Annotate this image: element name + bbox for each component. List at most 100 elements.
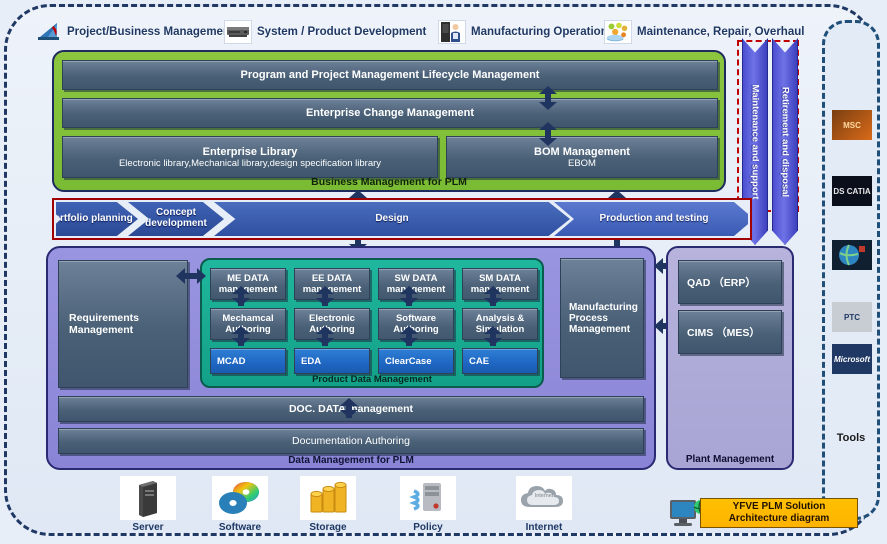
tools-parts-icon [604,20,632,44]
lifecycle-stage-portfolio-planning[interactable]: Portfolio planning [56,202,138,236]
banner-line-2: Architecture diagram [729,513,830,525]
tool-label: Microsoft [834,355,870,364]
tools-caption: Tools [822,432,880,444]
arrow-doc-to-authoring [340,398,358,418]
box-label: CIMS （MES） [687,325,760,340]
row-label: Documentation Authoring [292,435,410,447]
infra-item-internet[interactable]: Internet Internet [508,476,580,533]
lifecycle-stage-design[interactable]: Design [214,202,570,236]
header-label: System / Product Development [257,26,426,38]
data-management-panel: Requirements Management ME DATA manageme… [46,246,656,470]
policy-server-icon [400,476,456,520]
cell-label: EDA [301,356,321,367]
infra-item-policy[interactable]: Policy [392,476,464,533]
tool-label: MSC [843,121,861,130]
plant-management-panel: QAD （ERP） CIMS （MES） Plant Management [666,246,794,470]
stage-label: Portfolio planning [56,214,133,225]
qad-erp-box[interactable]: QAD （ERP） [678,260,782,304]
clearcase-cell[interactable]: ClearCase [378,348,454,374]
cims-mes-box[interactable]: CIMS （MES） [678,310,782,354]
row-label: Program and Project Management Lifecycle… [241,69,540,81]
lifecycle-inner: Portfolio planning Concept development D… [56,202,748,236]
box-title: Enterprise Library [203,146,298,158]
worker-machine-icon [438,20,466,44]
header-label: Maintenance, Repair, Overhaul [637,26,804,38]
catia-logo-icon[interactable]: DS CATIA [832,176,872,206]
header-row: Project/Business Management System / Pro… [36,18,826,48]
arrow-mech-to-mcad [232,326,250,346]
cell-label: ClearCase [385,356,431,367]
tools-dashed-frame [822,20,880,520]
vertical-arrow-label: Retirement and disposal [780,86,791,196]
business-panel-caption: Business Management for PLM [54,176,724,188]
enterprise-change-management-row[interactable]: Enterprise Change Management [62,98,718,128]
requirements-management-box[interactable]: Requirements Management [58,260,188,388]
header-item-system-product: System / Product Development [224,18,426,46]
box-label: Requirements Management [69,312,187,336]
diagram-canvas: Project/Business Management System / Pro… [0,0,887,544]
cae-cell[interactable]: CAE [462,348,538,374]
arrow-requirements-to-pdm [176,268,206,284]
box-label: Manufacturing Process Management [569,302,643,335]
tool-label: PTC [844,313,860,322]
box-subtitle: EBOM [568,158,596,169]
arrow-sw-to-soft [400,286,418,306]
server-tower-icon [120,476,176,520]
ptc-logo-icon[interactable]: PTC [832,302,872,332]
header-label: Project/Business Management [67,26,234,38]
infra-item-software[interactable]: Software [204,476,276,533]
box-subtitle: Electronic library,Mechanical library,de… [119,158,381,169]
infra-label: Internet [508,522,580,533]
data-management-caption: Data Management for PLM [48,455,654,466]
msc-logo-icon[interactable]: MSC [832,110,872,140]
eda-cell[interactable]: EDA [294,348,370,374]
optical-discs-icon [212,476,268,520]
tool-label: DS CATIA [833,187,870,196]
sail-triangle-icon [36,21,62,43]
bom-management-box[interactable]: BOM Management EBOM [446,136,718,178]
infra-label: Policy [392,522,464,533]
header-label: Manufacturing Operations [471,26,614,38]
row-label: Enterprise Change Management [306,107,474,119]
stage-label: Design [375,214,408,225]
arrow-program-to-change [539,86,557,110]
svg-text:Internet: Internet [535,493,554,499]
header-item-project-business: Project/Business Management [36,18,234,46]
stage-label: Production and testing [600,213,709,225]
diagram-title-banner: YFVE PLM Solution Architecture diagram [700,498,858,528]
cell-label: CAE [469,356,489,367]
business-management-panel: Program and Project Management Lifecycle… [52,50,726,192]
infra-item-server[interactable]: Server [112,476,184,533]
box-title: BOM Management [534,146,630,158]
arrow-ee-to-elec [316,286,334,306]
plant-management-caption: Plant Management [668,454,792,465]
arrow-elec-to-eda [316,326,334,346]
lifecycle-stage-concept-development[interactable]: Concept development [128,202,224,236]
mcad-cell[interactable]: MCAD [210,348,286,374]
header-item-manufacturing-ops: Manufacturing Operations [438,18,614,46]
banner-line-1: YFVE PLM Solution [733,501,826,513]
infra-label: Software [204,522,276,533]
arrow-soft-to-clearcase [400,326,418,346]
vertical-arrow-label: Maintenance and support [750,84,761,199]
arrow-analysis-to-cae [484,326,502,346]
lifecycle-stage-production-testing[interactable]: Production and testing [554,202,748,236]
product-data-management-panel: ME DATA management Mechamcal Authoring M… [200,258,544,388]
arrow-sm-to-analysis [484,286,502,306]
infra-label: Storage [292,522,364,533]
enterprise-library-box[interactable]: Enterprise Library Electronic library,Me… [62,136,438,178]
box-label: QAD （ERP） [687,275,756,290]
arrow-change-to-bom [539,122,557,146]
database-cylinders-icon [300,476,356,520]
retirement-disposal-arrow[interactable]: Retirement and disposal [772,38,798,245]
microsoft-logo-icon[interactable]: Microsoft [832,344,872,374]
internet-cloud-icon: Internet [516,476,572,520]
manufacturing-process-management-box[interactable]: Manufacturing Process Management [560,258,644,378]
lifecycle-process-band: Portfolio planning Concept development D… [52,198,752,240]
infra-item-storage[interactable]: Storage [292,476,364,533]
program-project-management-row[interactable]: Program and Project Management Lifecycle… [62,60,718,90]
documentation-authoring-row[interactable]: Documentation Authoring [58,428,644,454]
cell-label: MCAD [217,356,246,367]
server-appliance-icon [224,20,252,44]
globe-app-icon[interactable] [832,240,872,270]
